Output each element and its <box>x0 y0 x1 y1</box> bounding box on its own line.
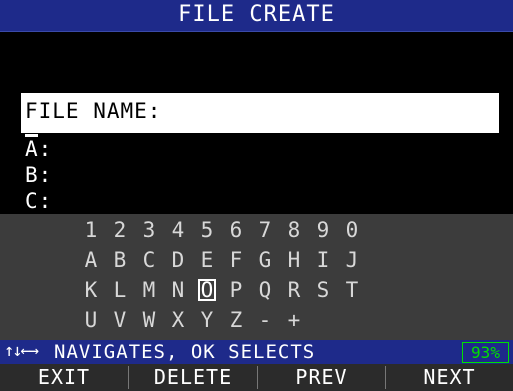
key-label: H <box>287 248 301 272</box>
key-label: N <box>171 278 185 302</box>
key-m[interactable]: M <box>137 278 161 302</box>
screen-title: FILE CREATE <box>178 2 335 27</box>
navigation-arrows-icon: ↑↓←→ <box>4 341 39 361</box>
key-label: B <box>113 248 127 272</box>
key-label: W <box>142 308 156 332</box>
key-z[interactable]: Z <box>224 308 248 332</box>
key-label: 6 <box>229 218 243 242</box>
key-label: U <box>84 308 98 332</box>
key-b[interactable]: B <box>108 248 132 272</box>
key-label: 3 <box>142 218 156 242</box>
key-e[interactable]: E <box>195 248 219 272</box>
key-g[interactable]: G <box>253 248 277 272</box>
key-plus[interactable]: + <box>282 308 306 332</box>
key-s[interactable]: S <box>311 278 335 302</box>
key-label: E <box>200 248 214 272</box>
key-label: - <box>258 308 272 332</box>
on-screen-keyboard: 1 2 3 4 5 6 7 8 9 0 A B C D E F G H I J K L M N O P Q R S T U V W X Y Z - + <box>0 214 513 340</box>
field-b-label: B: <box>25 163 53 187</box>
file-name-label: FILE NAME: <box>25 99 162 123</box>
key-label: R <box>287 278 301 302</box>
exit-button[interactable]: EXIT <box>0 364 128 391</box>
key-label: 0 <box>345 218 359 242</box>
key-9[interactable]: 9 <box>311 218 335 242</box>
key-f[interactable]: F <box>224 248 248 272</box>
key-n[interactable]: N <box>166 278 190 302</box>
key-h[interactable]: H <box>282 248 306 272</box>
key-1[interactable]: 1 <box>79 218 103 242</box>
key-0[interactable]: 0 <box>340 218 364 242</box>
key-label: F <box>229 248 243 272</box>
key-q[interactable]: Q <box>253 278 277 302</box>
key-4[interactable]: 4 <box>166 218 190 242</box>
delete-button[interactable]: DELETE <box>129 364 257 391</box>
file-name-field[interactable]: FILE NAME: <box>21 93 499 133</box>
key-label: Z <box>229 308 243 332</box>
key-label: L <box>113 278 127 302</box>
key-a[interactable]: A <box>79 248 103 272</box>
key-label: C <box>142 248 156 272</box>
field-a-label: A: <box>25 137 53 161</box>
keyboard-row: KLMNOPQRST <box>0 278 513 304</box>
key-5[interactable]: 5 <box>195 218 219 242</box>
key-2[interactable]: 2 <box>108 218 132 242</box>
key-r[interactable]: R <box>282 278 306 302</box>
title-bar: FILE CREATE <box>0 0 513 32</box>
key-8[interactable]: 8 <box>282 218 306 242</box>
keyboard-row: 1234567890 <box>0 218 513 244</box>
key-label: Q <box>258 278 272 302</box>
key-u[interactable]: U <box>79 308 103 332</box>
key-o[interactable]: O <box>195 278 219 302</box>
field-c-label: C: <box>25 189 53 213</box>
key-i[interactable]: I <box>311 248 335 272</box>
key-minus[interactable]: - <box>253 308 277 332</box>
key-6[interactable]: 6 <box>224 218 248 242</box>
key-d[interactable]: D <box>166 248 190 272</box>
key-label: D <box>171 248 185 272</box>
key-x[interactable]: X <box>166 308 190 332</box>
key-v[interactable]: V <box>108 308 132 332</box>
key-t[interactable]: T <box>340 278 364 302</box>
key-label: 2 <box>113 218 127 242</box>
keyboard-row: U V W X Y Z - + <box>0 308 513 334</box>
key-label: 5 <box>200 218 214 242</box>
key-label: G <box>258 248 272 272</box>
key-label: 1 <box>84 218 98 242</box>
key-label: A <box>84 248 98 272</box>
key-c[interactable]: C <box>137 248 161 272</box>
key-7[interactable]: 7 <box>253 218 277 242</box>
next-button[interactable]: NEXT <box>386 364 513 391</box>
battery-indicator: 93% <box>462 342 509 363</box>
key-j[interactable]: J <box>340 248 364 272</box>
key-label: X <box>171 308 185 332</box>
key-label: + <box>287 308 301 332</box>
key-label: M <box>142 278 156 302</box>
keyboard-row: ABCDEFGHIJ <box>0 248 513 274</box>
key-k[interactable]: K <box>79 278 103 302</box>
status-message: NAVIGATES, OK SELECTS <box>54 341 316 363</box>
key-w[interactable]: W <box>137 308 161 332</box>
key-label: 8 <box>287 218 301 242</box>
key-3[interactable]: 3 <box>137 218 161 242</box>
key-label: V <box>113 308 127 332</box>
status-bar: ↑↓←→ NAVIGATES, OK SELECTS 93% <box>0 340 513 364</box>
key-label: I <box>316 248 330 272</box>
key-label: 4 <box>171 218 185 242</box>
softkey-bar: EXIT DELETE PREV NEXT <box>0 364 513 391</box>
key-label: 7 <box>258 218 272 242</box>
key-label: K <box>84 278 98 302</box>
key-l[interactable]: L <box>108 278 132 302</box>
key-label: 9 <box>316 218 330 242</box>
key-label: S <box>316 278 330 302</box>
device-screen: FILE CREATE FILE NAME: A: B: C: 12345678… <box>0 0 513 391</box>
key-p[interactable]: P <box>224 278 248 302</box>
key-label: J <box>345 248 359 272</box>
key-label: T <box>345 278 359 302</box>
prev-button[interactable]: PREV <box>258 364 385 391</box>
key-y[interactable]: Y <box>195 308 219 332</box>
key-label: O <box>197 279 217 301</box>
key-label: P <box>229 278 243 302</box>
key-label: Y <box>200 308 214 332</box>
